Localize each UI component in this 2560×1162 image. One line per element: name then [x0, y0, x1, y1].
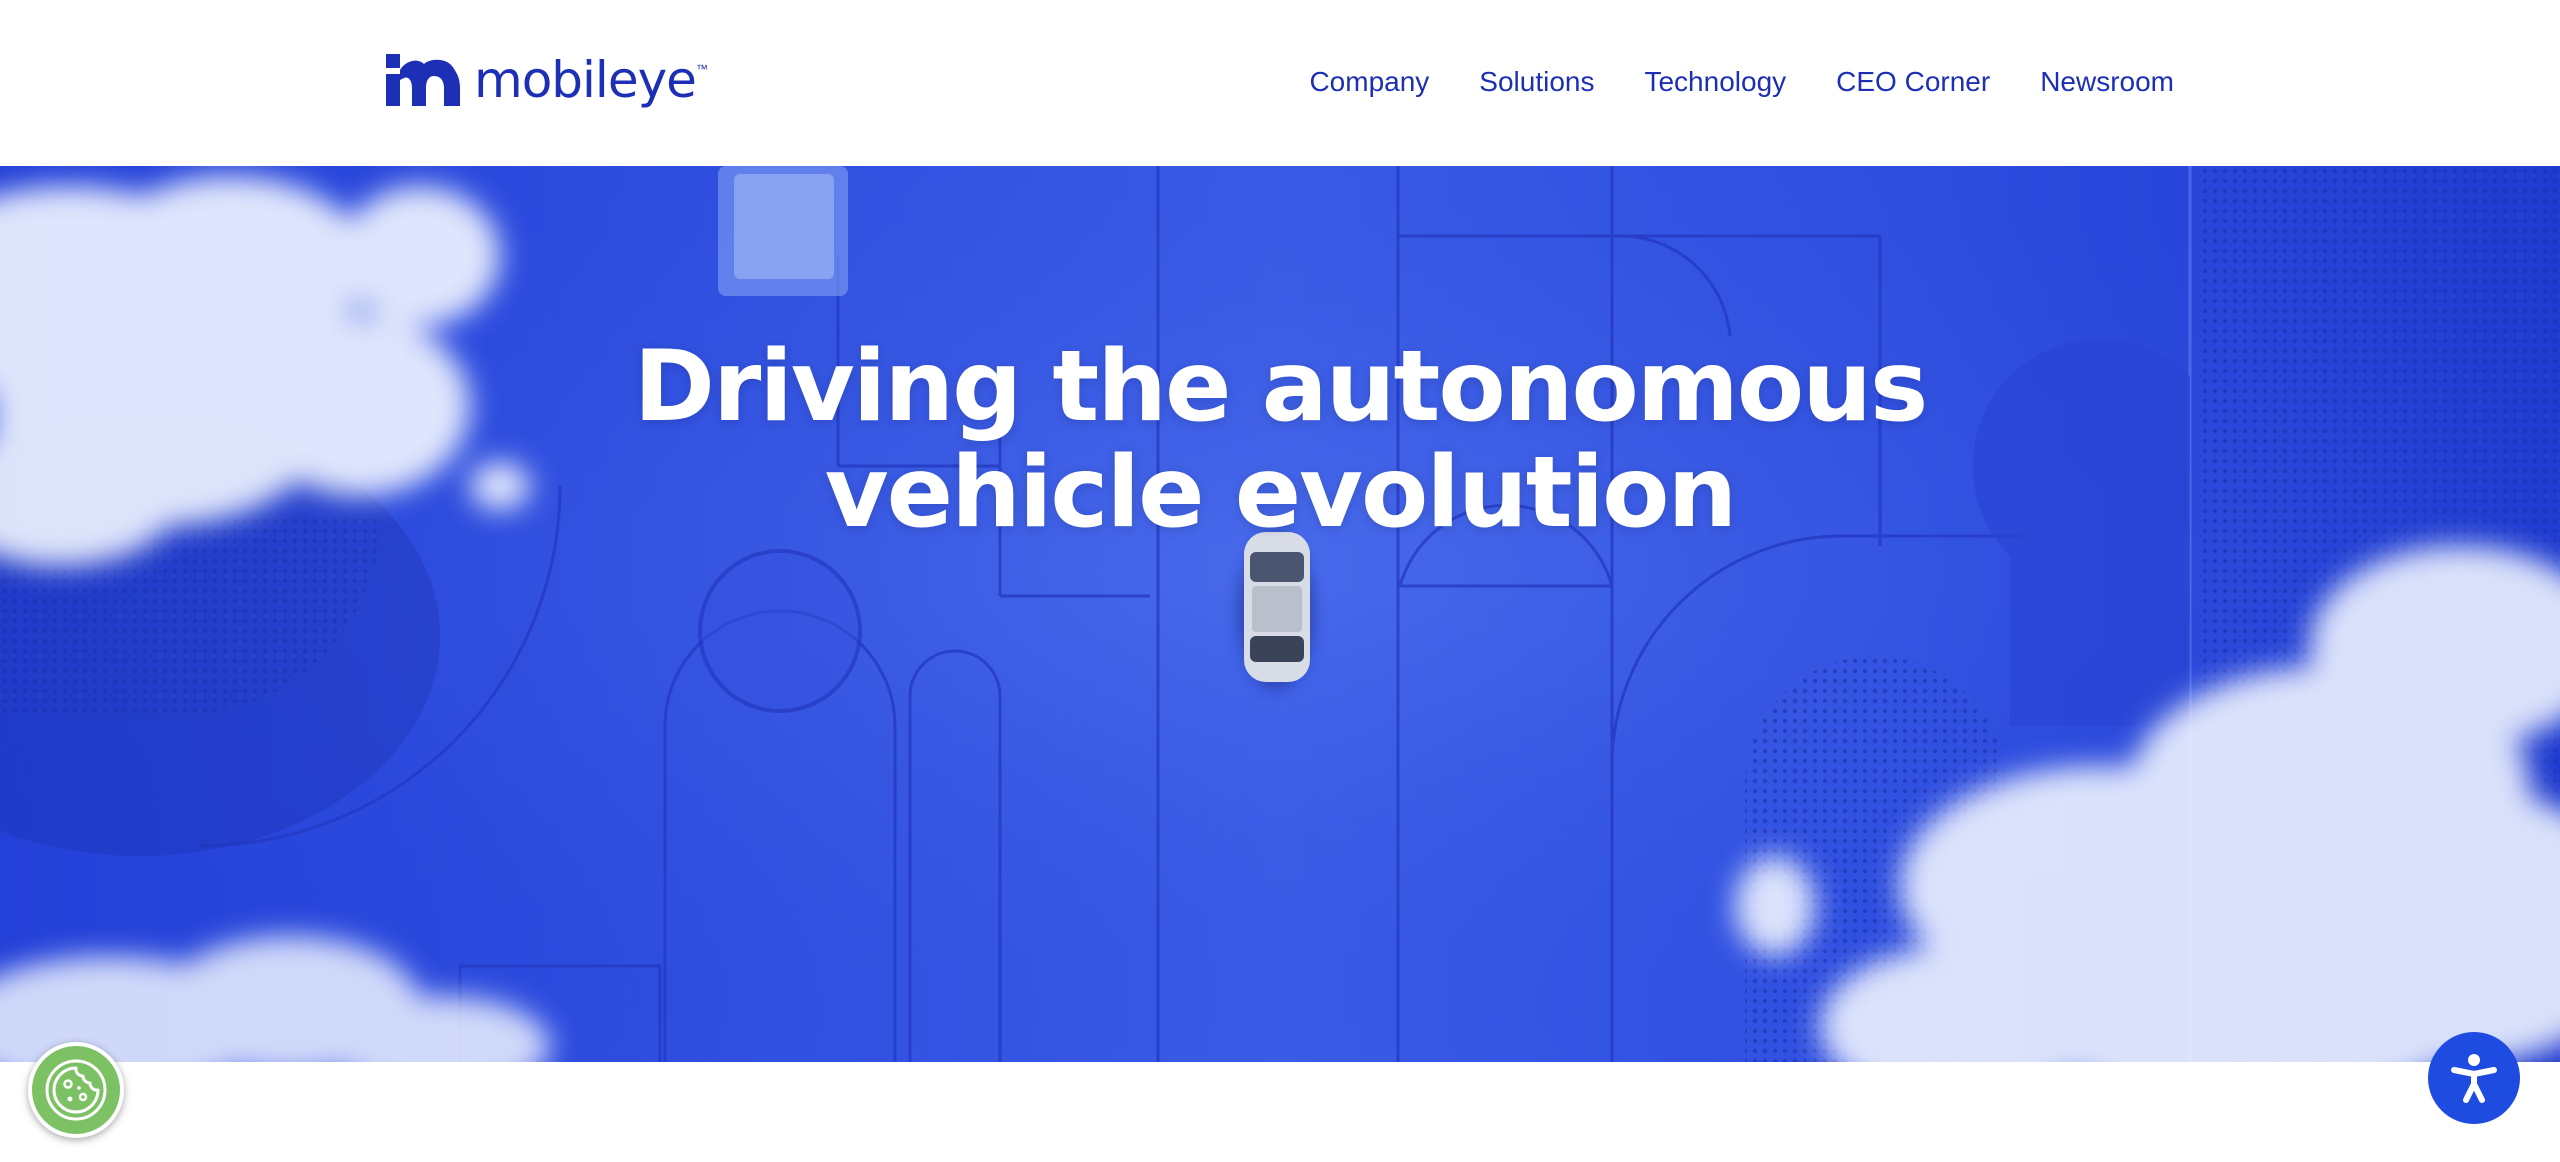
mobileye-logo[interactable]: mobileye ™ — [386, 54, 708, 106]
nav-newsroom[interactable]: Newsroom — [2040, 66, 2174, 98]
hero-banner: Driving the autonomous vehicle evolution — [0, 166, 2560, 1062]
logo-trademark: ™ — [695, 62, 708, 76]
nav-solutions[interactable]: Solutions — [1479, 66, 1594, 98]
nav-technology[interactable]: Technology — [1644, 66, 1786, 98]
cookie-icon — [45, 1059, 107, 1121]
hero-title-line-1: Driving the autonomous — [633, 329, 1929, 444]
accessibility-button[interactable] — [2428, 1032, 2520, 1124]
mobileye-m-logo-icon — [386, 54, 460, 106]
hero-background-image — [0, 166, 2560, 1062]
accessibility-icon — [2451, 1054, 2497, 1103]
cookie-settings-button[interactable] — [28, 1042, 124, 1138]
nav-company[interactable]: Company — [1309, 66, 1429, 98]
car-graphic — [1236, 531, 1316, 691]
hero-title-line-2: vehicle evolution — [824, 435, 1738, 550]
site-header: mobileye ™ Company Solutions Technology … — [0, 0, 2560, 166]
nav-ceo-corner[interactable]: CEO Corner — [1836, 66, 1990, 98]
hero-title: Driving the autonomous vehicle evolution — [0, 334, 2560, 546]
main-nav: Company Solutions Technology CEO Corner … — [1309, 66, 2174, 98]
logo-wordmark: mobileye — [474, 51, 697, 109]
